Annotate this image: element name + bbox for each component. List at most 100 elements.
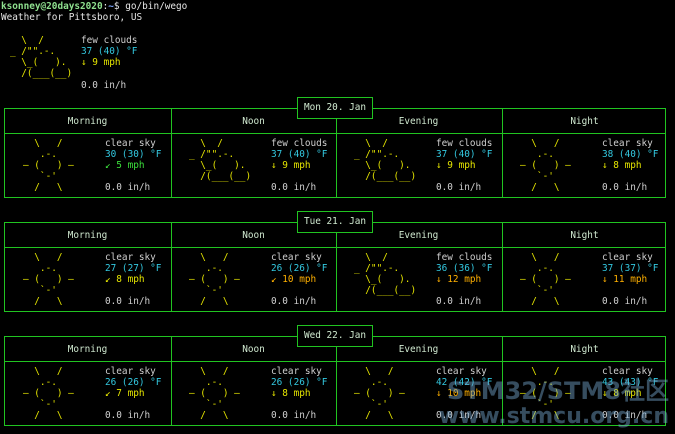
period-header: Night [570, 344, 599, 355]
weather-art-line: \ / [23, 252, 63, 263]
period-header: Night [570, 230, 599, 241]
condition-text: clear sky [105, 366, 156, 377]
weather-art-line: / \ [520, 182, 560, 193]
terminal-window[interactable]: ksonney@20days2020:~$ go/bin/wego Weathe… [0, 0, 675, 434]
forecast-cell: \ / .-. ― ( ) ― `-' / \ clear sky 37 (37) °… [520, 252, 675, 308]
current-desc: few clouds [81, 35, 138, 46]
weather-art-line: `-' [23, 399, 57, 410]
weather-art-line: /(___(__) [189, 171, 252, 182]
weather-info: clear sky 37 (37) °F ↓ 11 mph 0.0 in/h [602, 252, 658, 307]
weather-info: clear sky 38 (40) °F ↓ 8 mph 0.0 in/h [602, 138, 658, 193]
temperature: 37 (40) °F [271, 149, 328, 160]
weather-art: \ / .-. ― ( ) ― `-' / \ [23, 252, 74, 307]
forecast-cell: \ / .-. ― ( ) ― `-' / \ clear sky 38 (40) °… [520, 138, 675, 194]
condition-text: clear sky [271, 366, 322, 377]
weather-art-line: ― ( ) ― [520, 274, 571, 285]
weather-info: clear sky 30 (30) °F ↙ 5 mph 0.0 in/h [105, 138, 161, 193]
weather-art: \ / .-. ― ( ) ― `-' / \ [23, 138, 74, 193]
header-divider [5, 361, 665, 362]
forecast-cell: \ / .-. ― ( ) ― `-' / \ clear sky 26 (26) °… [189, 252, 354, 308]
weather-art-line: ― ( ) ― [189, 274, 240, 285]
condition-text: clear sky [602, 138, 653, 149]
weather-art-line: \_( ). [189, 160, 246, 171]
temperature: 26 (26) °F [271, 377, 328, 388]
condition-text: few clouds [436, 138, 493, 149]
condition-text: clear sky [602, 366, 653, 377]
weather-art: \ / _ /"".-. \_( ). /(___(__) [354, 252, 416, 296]
temperature: 37 (37) °F [602, 263, 659, 274]
weather-info: clear sky 26 (26) °F ↓ 8 mph 0.0 in/h [271, 366, 327, 421]
weather-art-line: .-. [23, 263, 57, 274]
wind-speed: ↓ 12 mph [436, 274, 482, 285]
weather-info: clear sky 26 (26) °F ↙ 7 mph 0.0 in/h [105, 366, 161, 421]
weather-art-line: _ /"".-. [189, 149, 235, 160]
watermark: STM32/STM8社区 www.stmcu.org.cn [439, 378, 669, 430]
weather-art-line: `-' [189, 285, 223, 296]
condition-text: clear sky [271, 252, 322, 263]
forecast-cell: \ / _ /"".-. \_( ). /(___(__) few clouds 36… [354, 252, 519, 308]
weather-art-line: /(___(__) [354, 285, 417, 296]
header-divider [5, 247, 665, 248]
weather-art-line: / \ [189, 296, 229, 307]
weather-art-line: ― ( ) ― [520, 160, 571, 171]
condition-text: clear sky [436, 366, 487, 377]
precipitation: 0.0 in/h [436, 296, 482, 307]
forecast-cell: \ / _ /"".-. \_( ). /(___(__) few clouds 37… [354, 138, 519, 194]
weather-art-line: `-' [520, 171, 554, 182]
condition-text: few clouds [436, 252, 493, 263]
weather-art-line: / \ [23, 182, 63, 193]
weather-info: few clouds 36 (36) °F ↓ 12 mph 0.0 in/h [436, 252, 492, 307]
temperature: 26 (26) °F [271, 263, 328, 274]
period-header: Morning [67, 344, 108, 355]
temperature: 36 (36) °F [436, 263, 493, 274]
prompt-user: ksonney@20days2020 [1, 1, 103, 12]
weather-art: \ / .-. ― ( ) ― `-' / \ [520, 138, 571, 193]
precipitation: 0.0 in/h [271, 182, 317, 193]
weather-art-line: \ / [189, 366, 229, 377]
current-art-line: \ / [10, 35, 44, 46]
current-art-line: /(___(__) [10, 68, 73, 79]
precipitation: 0.0 in/h [271, 296, 317, 307]
forecast-cell: \ / _ /"".-. \_( ). /(___(__) few clouds 37… [189, 138, 354, 194]
precipitation: 0.0 in/h [105, 410, 151, 421]
weather-art-line: `-' [23, 171, 57, 182]
period-header: Morning [67, 116, 108, 127]
weather-art-line: \ / [23, 366, 63, 377]
precipitation: 0.0 in/h [105, 296, 151, 307]
weather-art-line: .-. [189, 263, 223, 274]
weather-art-line: .-. [354, 377, 388, 388]
condition-text: clear sky [105, 252, 156, 263]
weather-art-line: `-' [189, 399, 223, 410]
condition-text: clear sky [602, 252, 653, 263]
day-table: Morning \ / .-. ― ( ) ― `-' / \ clear sky 2… [4, 222, 666, 312]
temperature: 27 (27) °F [105, 263, 162, 274]
weather-info: few clouds 37 (40) °F ↓ 9 mph 0.0 in/h [436, 138, 492, 193]
weather-art: \ / .-. ― ( ) ― `-' / \ [189, 252, 240, 307]
weather-art-line: \ / [23, 138, 63, 149]
weather-art-line: \ / [189, 252, 229, 263]
period-header: Night [570, 116, 599, 127]
weather-art-line: `-' [23, 285, 57, 296]
weather-art-line: ― ( ) ― [354, 388, 405, 399]
location-line: Weather for Pittsboro, US [1, 12, 143, 23]
wind-speed: ↓ 9 mph [436, 160, 476, 171]
weather-art-line: / \ [23, 296, 63, 307]
current-art-line: _ /"".-. [10, 46, 56, 57]
current-wind: ↓ 9 mph [81, 57, 121, 68]
day-label: Wed 22. Jan [297, 325, 373, 347]
weather-art-line: \ / [354, 366, 394, 377]
wind-speed: ↙ 5 mph [105, 160, 145, 171]
watermark-line2: www.stmcu.org.cn [438, 404, 669, 429]
weather-art-line: ― ( ) ― [23, 274, 74, 285]
weather-art-line: / \ [354, 410, 394, 421]
temperature: 38 (40) °F [602, 149, 659, 160]
condition-text: clear sky [105, 138, 156, 149]
weather-art: \ / _ /"".-. \_( ). /(___(__) [354, 138, 416, 182]
temperature: 30 (30) °F [105, 149, 162, 160]
